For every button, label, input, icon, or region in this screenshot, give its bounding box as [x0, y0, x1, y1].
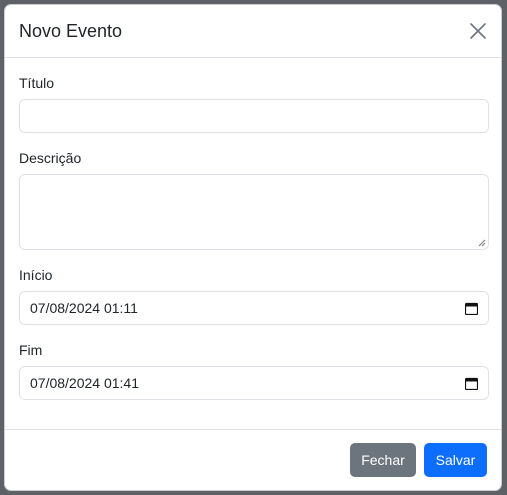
modal-footer: Fechar Salvar	[5, 429, 501, 490]
inicio-datetime-input[interactable]: 07/08/2024 01:11	[19, 291, 489, 325]
fim-value: 07/08/2024 01:41	[30, 375, 139, 391]
inicio-value: 07/08/2024 01:11	[30, 300, 138, 316]
fim-datetime-input[interactable]: 07/08/2024 01:41	[19, 366, 489, 400]
calendar-icon[interactable]	[465, 377, 478, 390]
descricao-textarea[interactable]	[19, 174, 489, 250]
titulo-field: Título	[19, 74, 489, 133]
titulo-input[interactable]	[19, 99, 489, 133]
titulo-label: Título	[19, 75, 55, 91]
calendar-icon[interactable]	[465, 302, 478, 315]
inicio-label: Início	[19, 267, 53, 283]
modal-header: Novo Evento	[5, 5, 501, 58]
close-icon	[470, 23, 486, 39]
modal-body: Título Descrição Início 07/08/2024 01:11	[5, 58, 501, 400]
close-button[interactable]	[467, 20, 489, 42]
descricao-label: Descrição	[19, 150, 82, 166]
new-event-modal: Novo Evento Título Descrição Início 07/0…	[4, 4, 502, 491]
inicio-field: Início 07/08/2024 01:11	[19, 266, 489, 325]
close-modal-button[interactable]: Fechar	[350, 443, 416, 477]
save-button[interactable]: Salvar	[424, 443, 487, 477]
fim-label: Fim	[19, 342, 43, 358]
resize-grip-icon[interactable]	[478, 239, 486, 247]
fim-field: Fim 07/08/2024 01:41	[19, 341, 489, 400]
modal-title: Novo Evento	[19, 20, 123, 41]
descricao-field: Descrição	[19, 149, 489, 250]
